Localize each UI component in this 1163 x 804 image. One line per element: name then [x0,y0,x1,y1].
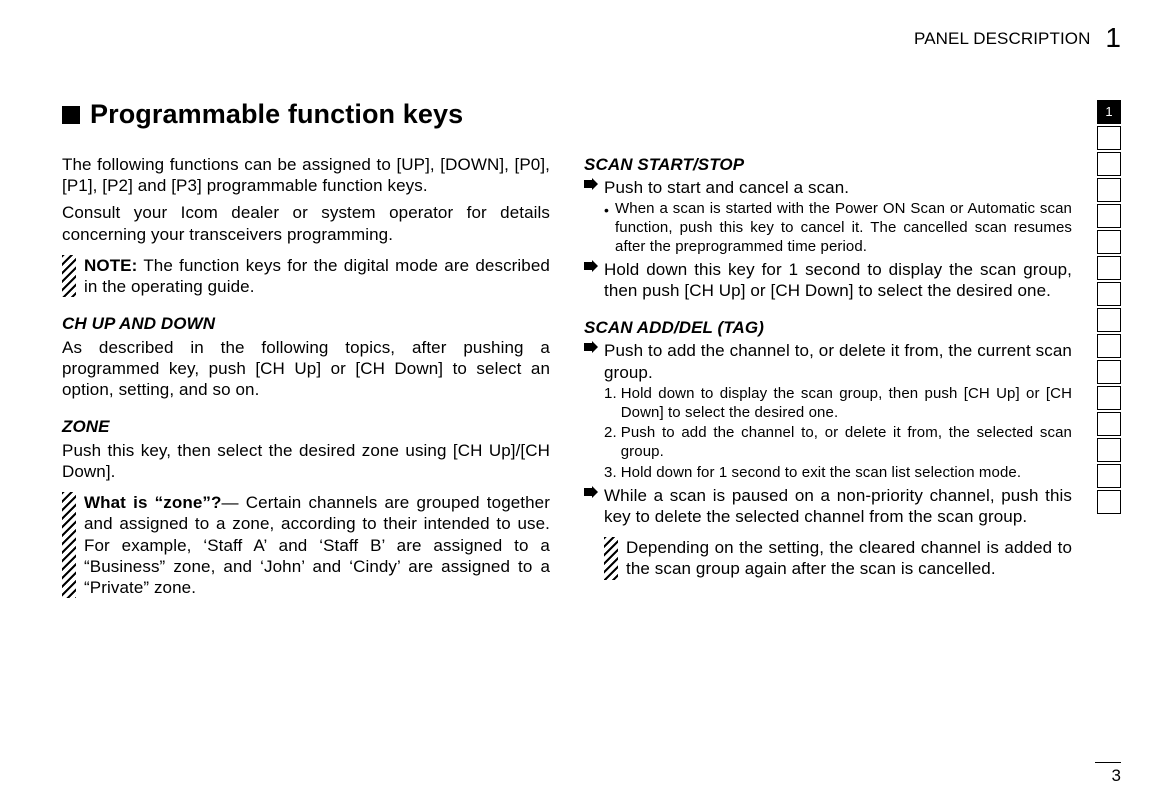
scan-add-del-heading: SCAN ADD/DEL (TAG) [584,317,1072,338]
ch-up-down-heading: CH UP AND DOWN [62,313,550,334]
chapter-tab-2 [1097,126,1121,150]
tag-arrow-item-2: While a scan is paused on a non-priority… [584,485,1072,528]
chapter-tab-12 [1097,386,1121,410]
step-number: 2. [604,424,617,443]
note-label: NOTE: [84,256,137,275]
chapter-tab-4 [1097,178,1121,202]
tag-step-3: 3. Hold down for 1 second to exit the sc… [604,464,1072,483]
step-number: 1. [604,385,617,404]
tag-step-text-3: Hold down for 1 second to exit the scan … [621,464,1021,483]
chapter-tab-6 [1097,230,1121,254]
left-column: The following functions can be assigned … [62,154,550,609]
step-number: 3. [604,464,617,483]
chapter-tab-8 [1097,282,1121,306]
intro-paragraph-2: Consult your Icom dealer or system opera… [62,202,550,245]
tag-arrow-text-1: Push to add the channel to, or delete it… [604,340,1072,383]
bullet-icon: • [604,202,609,220]
square-marker-icon [62,106,80,124]
zone-whatis-text: What is “zone”?— Certain channels are gr… [84,492,550,598]
chapter-tab-7 [1097,256,1121,280]
zone-text: Push this key, then select the desired z… [62,440,550,483]
note-block: NOTE: The function keys for the digital … [62,255,550,298]
chapter-tab-5 [1097,204,1121,228]
scan-bullet-text: When a scan is started with the Power ON… [615,200,1072,256]
two-column-layout: The following functions can be assigned … [62,154,1072,609]
zone-whatis-label: What is “zone”? [84,493,222,512]
hatch-icon [62,492,76,598]
arrow-icon [584,486,598,498]
note-text: NOTE: The function keys for the digital … [84,255,550,298]
tag-step-2: 2. Push to add the channel to, or delete… [604,424,1072,462]
tag-note-text: Depending on the setting, the cleared ch… [626,537,1072,580]
section-title: PANEL DESCRIPTION [914,28,1090,49]
main-heading-text: Programmable function keys [90,98,463,132]
chapter-tab-3 [1097,152,1121,176]
chapter-tab-1: 1 [1097,100,1121,124]
chapter-tab-16 [1097,490,1121,514]
arrow-icon [584,341,598,353]
scan-arrow-item-1: Push to start and cancel a scan. [584,177,1072,198]
arrow-icon [584,260,598,272]
arrow-icon [584,178,598,190]
tag-note-block: Depending on the setting, the cleared ch… [604,537,1072,580]
scan-arrow-text-2: Hold down this key for 1 second to displ… [604,259,1072,302]
chapter-tab-11 [1097,360,1121,384]
scan-arrow-item-2: Hold down this key for 1 second to displ… [584,259,1072,302]
page-header: PANEL DESCRIPTION 1 [914,28,1121,56]
zone-heading: ZONE [62,416,550,437]
tag-step-text-2: Push to add the channel to, or delete it… [621,424,1072,462]
hatch-icon [604,537,618,580]
ch-up-down-text: As described in the following topics, af… [62,337,550,401]
tag-arrow-item-1: Push to add the channel to, or delete it… [584,340,1072,383]
right-column: SCAN START/STOP Push to start and cancel… [584,154,1072,609]
page-number: 3 [1095,762,1121,786]
zone-whatis-block: What is “zone”?— Certain channels are gr… [62,492,550,598]
tag-step-text-1: Hold down to display the scan group, the… [621,385,1072,423]
chapter-tab-15 [1097,464,1121,488]
chapter-tab-10 [1097,334,1121,358]
chapter-tab-14 [1097,438,1121,462]
scan-arrow-text-1: Push to start and cancel a scan. [604,177,849,198]
scan-start-stop-heading: SCAN START/STOP [584,154,1072,175]
intro-paragraph-1: The following functions can be assigned … [62,154,550,197]
tag-arrow-text-2: While a scan is paused on a non-priority… [604,485,1072,528]
main-heading: Programmable function keys [62,98,1121,132]
chapter-tab-13 [1097,412,1121,436]
note-body: The function keys for the digital mode a… [84,256,550,296]
chapter-number: 1 [1105,24,1121,52]
chapter-tab-9 [1097,308,1121,332]
tag-step-1: 1. Hold down to display the scan group, … [604,385,1072,423]
hatch-icon [62,255,76,298]
chapter-tab-stack: 1 [1097,100,1121,516]
scan-bullet-item: • When a scan is started with the Power … [604,200,1072,256]
